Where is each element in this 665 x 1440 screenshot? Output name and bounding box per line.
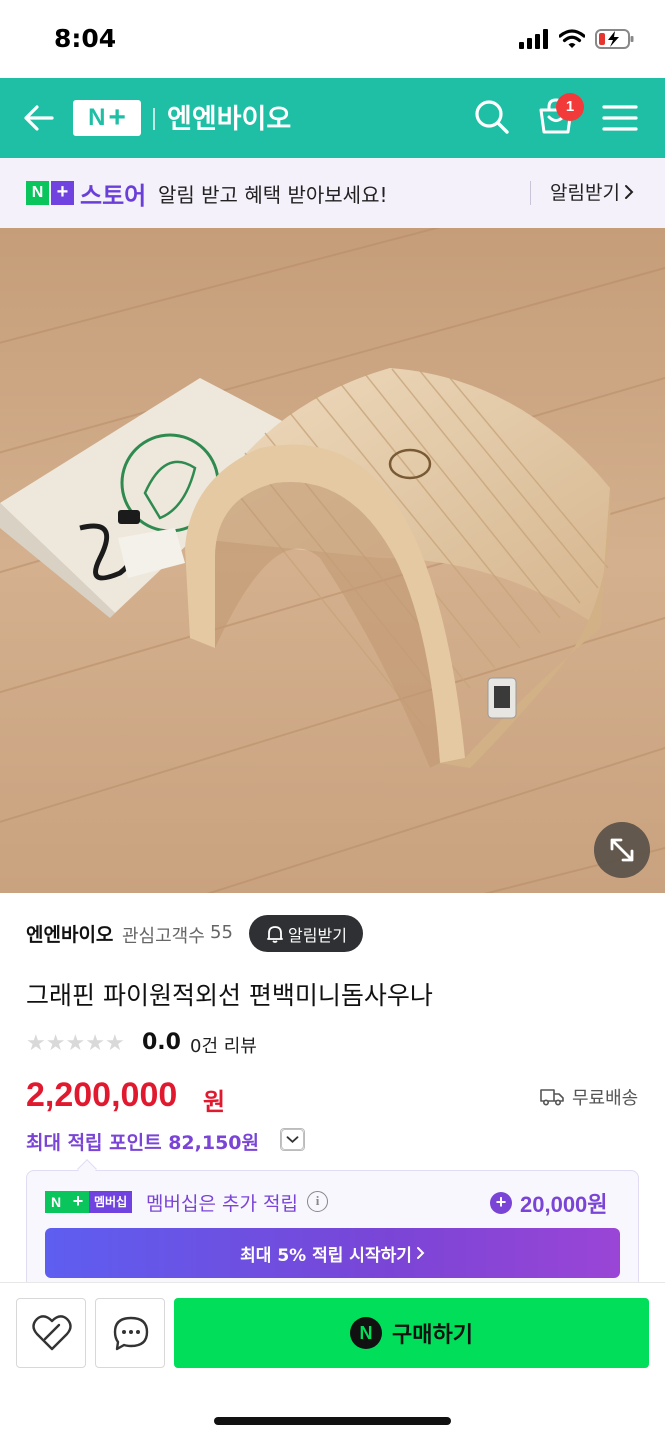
naver-plus-store-logo: N + [26,181,74,205]
logo-plus: + [108,101,126,134]
chevron-right-icon [416,1247,425,1259]
max-points: 최대 적립 포인트 82,150원 [26,1132,260,1154]
buy-button[interactable]: N 구매하기 [174,1298,649,1368]
chevron-down-icon[interactable] [280,1128,305,1151]
chat-inquiry-button[interactable] [95,1298,165,1368]
alarm-button-label: 알림받기 [288,925,347,945]
logo-membership-label: 멤버십 [89,1191,133,1213]
chat-bubble-icon [113,1316,149,1351]
info-icon[interactable]: i [307,1191,328,1212]
membership-text: 멤버십은 추가 적립 [146,1193,298,1215]
follow-alarm-button[interactable]: 알림받기 [249,915,363,952]
shipping-label: 무료배송 [572,1088,639,1109]
star-icon: ★ [45,1031,66,1056]
review-count-link[interactable]: 0건 리뷰 [190,1032,257,1058]
membership-start-button[interactable]: 최대 5% 적립 시작하기 [45,1228,620,1278]
product-image-gallery[interactable] [0,228,665,893]
hamburger-menu-icon[interactable] [602,102,638,134]
membership-cta-label: 최대 5% 적립 시작하기 [240,1245,412,1266]
membership-bonus-amount: 20,000원 [520,1192,608,1217]
notice-brand: 스토어 [80,182,147,210]
heart-icon [32,1315,72,1351]
wishlist-button[interactable] [16,1298,86,1368]
header-divider [153,108,155,130]
naver-membership-logo: N + 멤버십 [45,1191,133,1213]
expand-image-icon[interactable] [594,822,650,878]
status-time: 8:04 [54,24,117,53]
followers-count: 55 [210,922,233,943]
notice-text: 알림 받고 혜택 받아보세요! [158,183,388,207]
home-indicator [214,1417,451,1425]
notice-divider [530,181,531,205]
star-icon: ★ [65,1031,86,1056]
seller-name[interactable]: 엔엔바이오 [26,920,113,947]
star-icon: ★ [104,1031,125,1056]
notice-action-label: 알림받기 [550,182,620,204]
followers-label: 관심고객수 [122,926,205,947]
battery-low-charging-icon [595,29,634,49]
bell-plus-icon [267,925,283,943]
cellular-signal-icon [519,29,548,49]
logo-n: N [88,104,106,131]
notification-banner[interactable]: N + 스토어 알림 받고 혜택 받아보세요! 알림받기 [0,158,665,228]
logo-plus: + [51,181,74,205]
notice-subscribe-link[interactable]: 알림받기 [550,178,634,205]
naver-pay-icon: N [350,1317,383,1349]
chevron-right-icon [624,184,634,199]
rating-stars: ★ ★ ★ ★ ★ [26,1032,125,1056]
status-icons [519,28,635,50]
naver-plus-logo[interactable]: N + [73,100,141,136]
star-icon: ★ [85,1031,105,1056]
logo-n: N [26,181,49,205]
product-price: 2,200,000 [26,1076,178,1114]
status-bar: 8:04 [0,0,665,78]
product-photo [0,228,665,893]
plus-circle-icon: + [490,1192,512,1214]
price-unit: 원 [203,1088,226,1116]
rating-value: 0.0 [142,1030,181,1055]
buy-button-label: 구매하기 [392,1323,473,1348]
logo-plus: + [67,1191,89,1213]
store-title[interactable]: 엔엔바이오 [167,97,291,136]
wifi-icon [559,29,585,48]
back-arrow-icon[interactable] [22,100,56,136]
delivery-truck-icon [540,1089,564,1106]
cart-count-badge: 1 [556,93,584,121]
app-header: N + 엔엔바이오 1 [0,78,665,158]
product-title: 그래핀 파이원적외선 편백미니돔사우나 [26,981,433,1010]
logo-n: N [45,1191,67,1213]
search-icon[interactable] [474,98,510,136]
star-icon: ★ [26,1031,46,1056]
shipping-info: 무료배송 [540,1084,638,1110]
